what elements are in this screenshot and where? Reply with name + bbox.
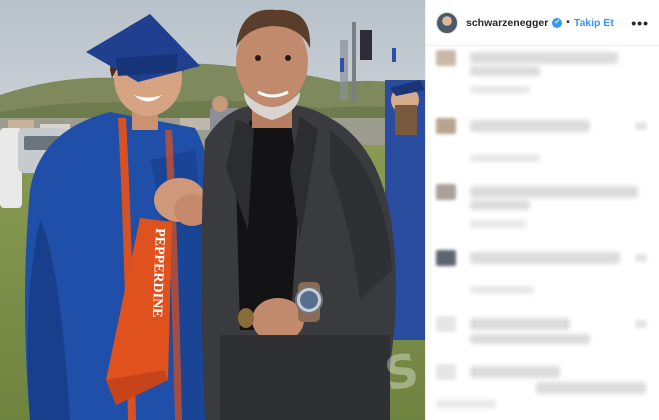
separator-dot: •	[566, 17, 570, 28]
blurred-comment-text	[470, 200, 530, 210]
comment-item	[436, 316, 649, 362]
comment-avatar	[436, 316, 456, 332]
blurred-comment-text	[470, 66, 540, 76]
comments-list	[426, 46, 659, 420]
blurred-comment-text	[470, 120, 590, 132]
blurred-comment-text	[470, 334, 590, 344]
like-icon[interactable]	[635, 122, 647, 130]
more-options-icon[interactable]: •••	[631, 15, 649, 31]
blurred-comment-meta	[470, 86, 530, 94]
post-header: schwarzenegger ✔ • Takip Et •••	[426, 0, 659, 46]
follow-button[interactable]: Takip Et	[574, 17, 614, 29]
blurred-comment-text	[536, 382, 646, 394]
comment-item	[436, 250, 649, 296]
comment-avatar	[436, 184, 456, 200]
comment-avatar	[436, 50, 456, 66]
comment-avatar	[436, 250, 456, 266]
blurred-comment-text	[470, 52, 618, 64]
like-icon[interactable]	[635, 254, 647, 262]
comment-item	[436, 364, 649, 410]
sash-text: PEPPERDINE	[149, 228, 167, 318]
comment-item	[436, 184, 649, 230]
like-icon[interactable]	[635, 320, 647, 328]
comment-item	[436, 118, 649, 164]
post-sidebar: schwarzenegger ✔ • Takip Et •••	[425, 0, 659, 420]
blurred-comment-meta	[470, 286, 534, 294]
blurred-comment-meta	[470, 220, 526, 228]
blurred-comment-text	[470, 186, 638, 198]
blurred-comment-meta	[436, 400, 496, 408]
avatar[interactable]	[436, 11, 458, 34]
blurred-comment-text	[470, 318, 570, 330]
comment-avatar	[436, 118, 456, 134]
blurred-comment-text	[470, 366, 560, 378]
graduation-photo: PEPPERDINE	[0, 0, 425, 420]
comment-avatar	[436, 364, 456, 380]
verified-badge-icon: ✔	[552, 17, 563, 28]
post-photo[interactable]: PEPPERDINE S	[0, 0, 425, 420]
comment-item	[436, 50, 649, 96]
blurred-comment-meta	[470, 154, 540, 162]
username-link[interactable]: schwarzenegger	[466, 17, 548, 29]
blurred-comment-text	[470, 252, 620, 264]
